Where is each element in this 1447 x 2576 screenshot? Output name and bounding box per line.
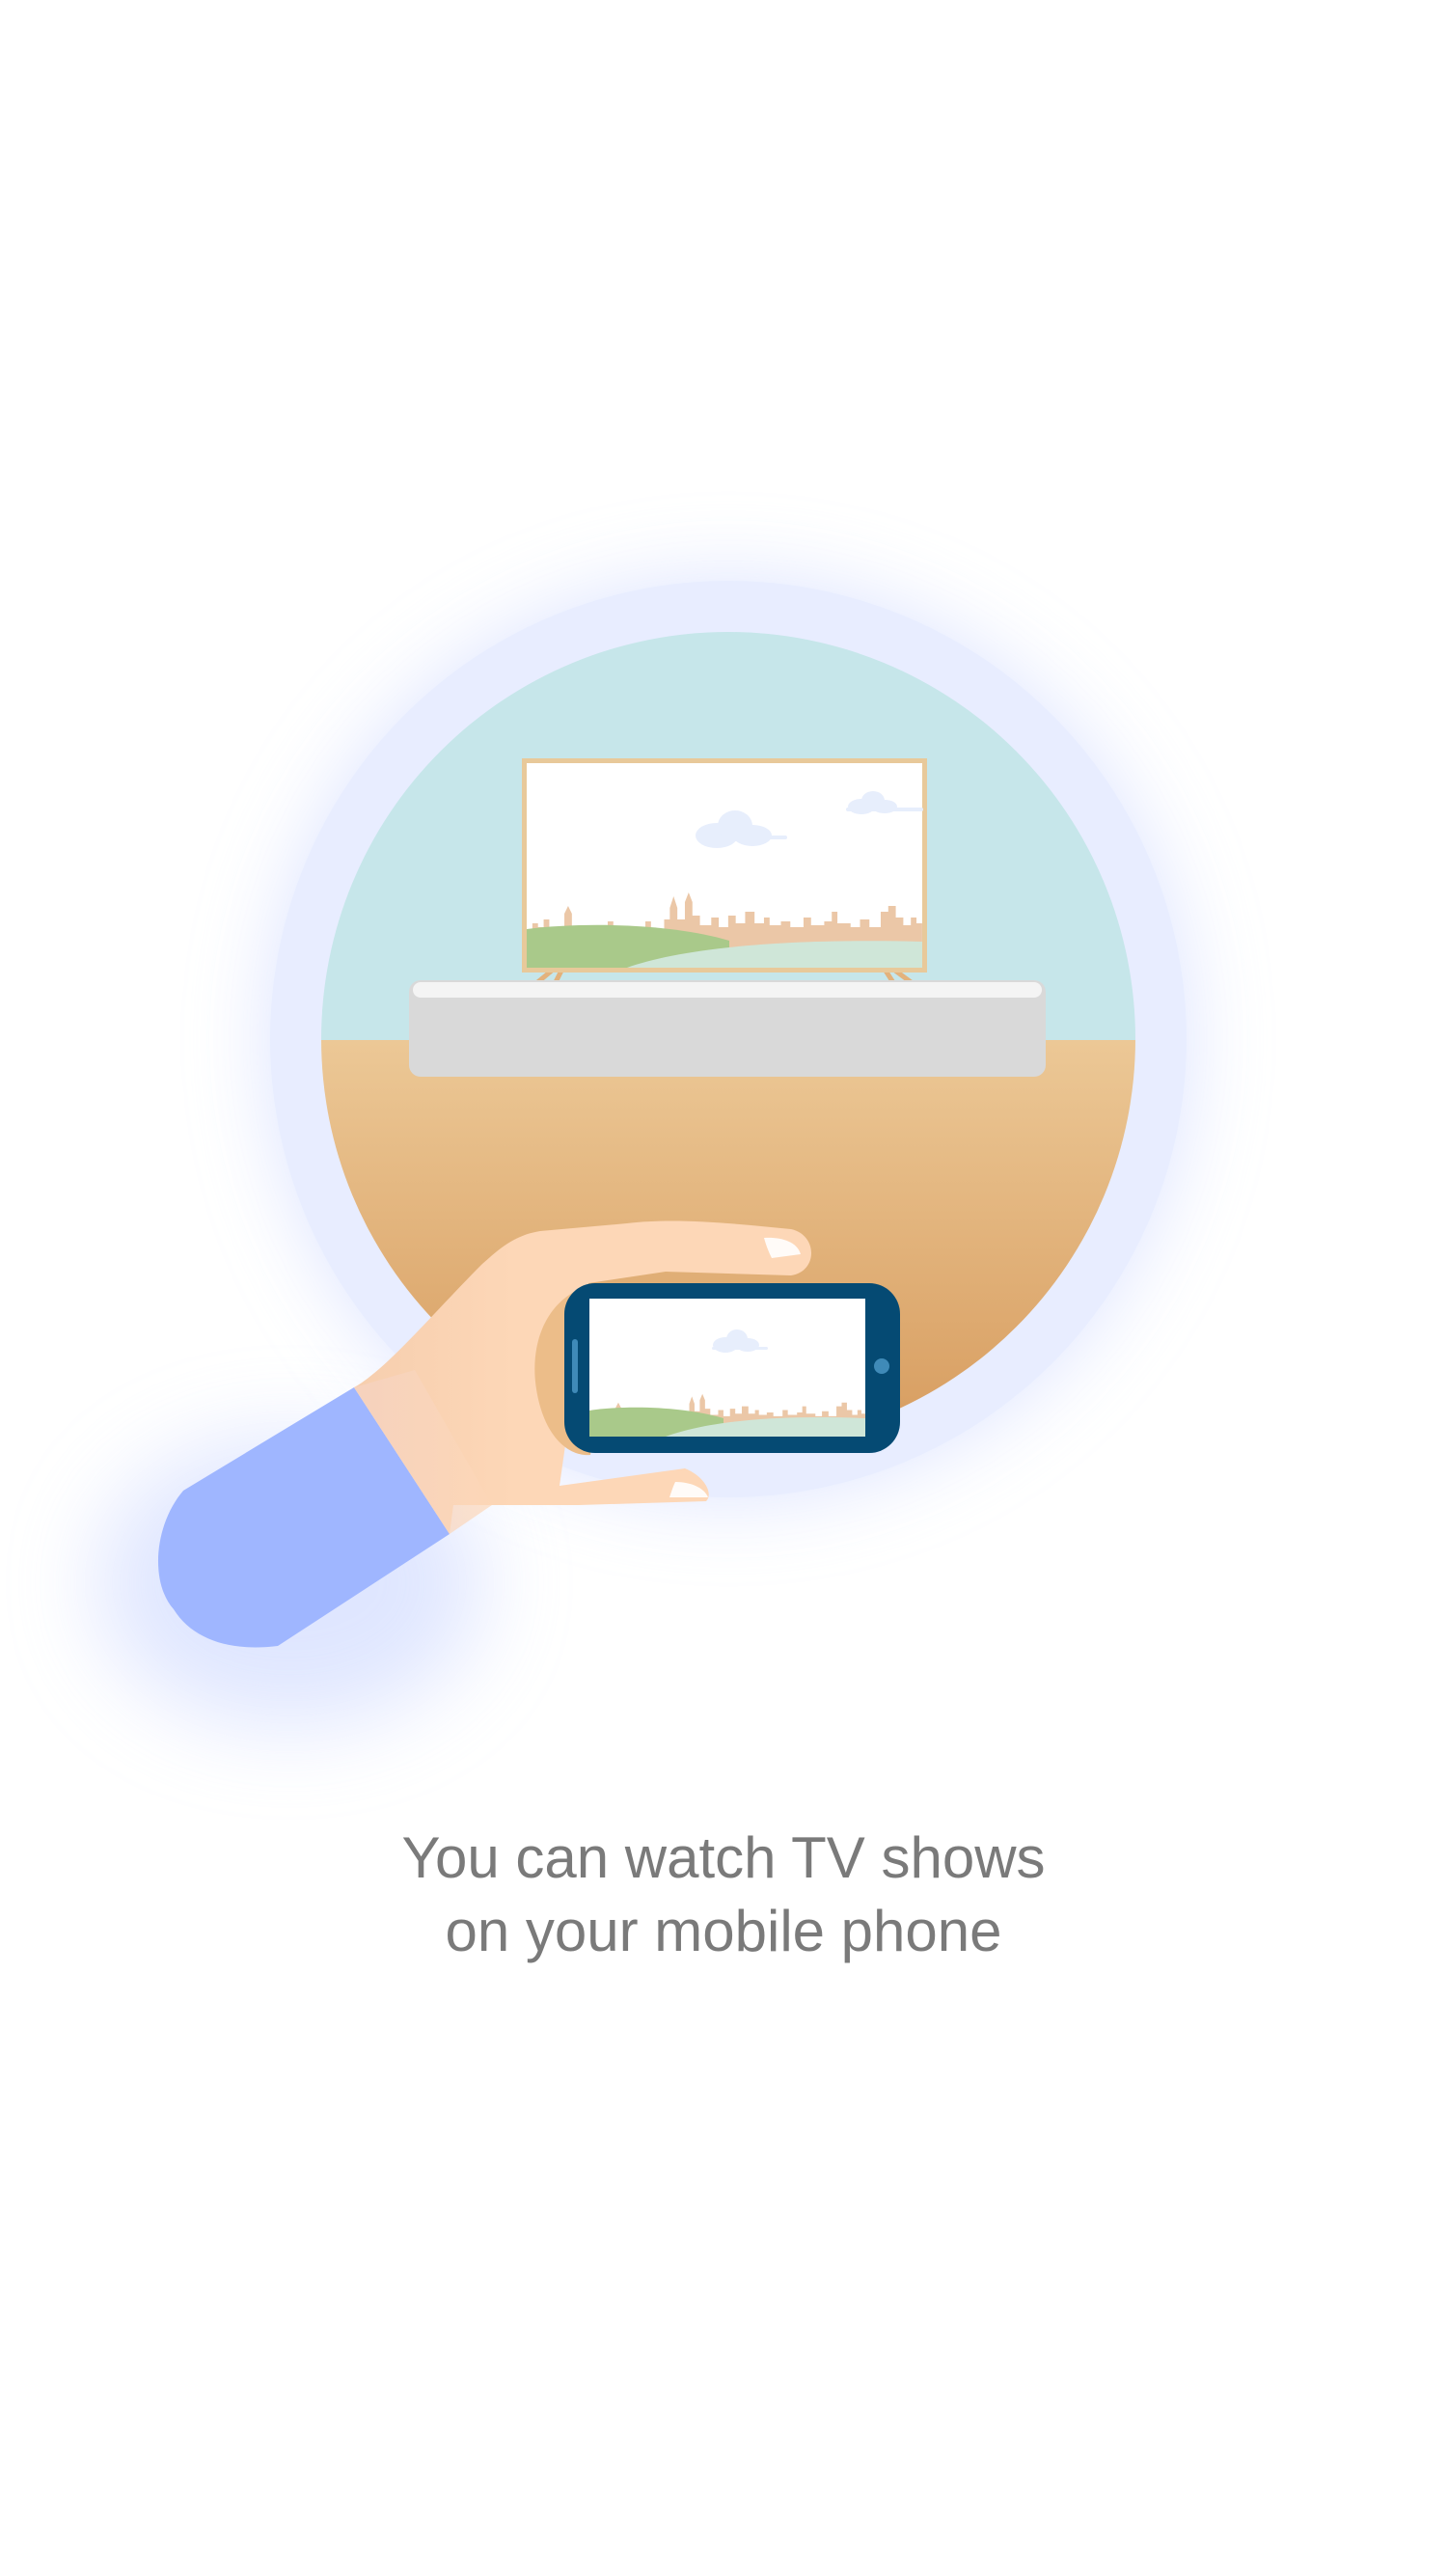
tv-cabinet (409, 980, 1046, 1077)
tv-icon (517, 758, 934, 1000)
onboarding-caption: You can watch TV shows on your mobile ph… (0, 1822, 1447, 1968)
caption-line-2: on your mobile phone (445, 1899, 1002, 1963)
caption-line-1: You can watch TV shows (401, 1825, 1046, 1890)
phone-icon (564, 1283, 900, 1453)
tv-to-phone-illustration (96, 581, 1187, 1727)
onboarding-screen: You can watch TV shows on your mobile ph… (0, 0, 1447, 2576)
